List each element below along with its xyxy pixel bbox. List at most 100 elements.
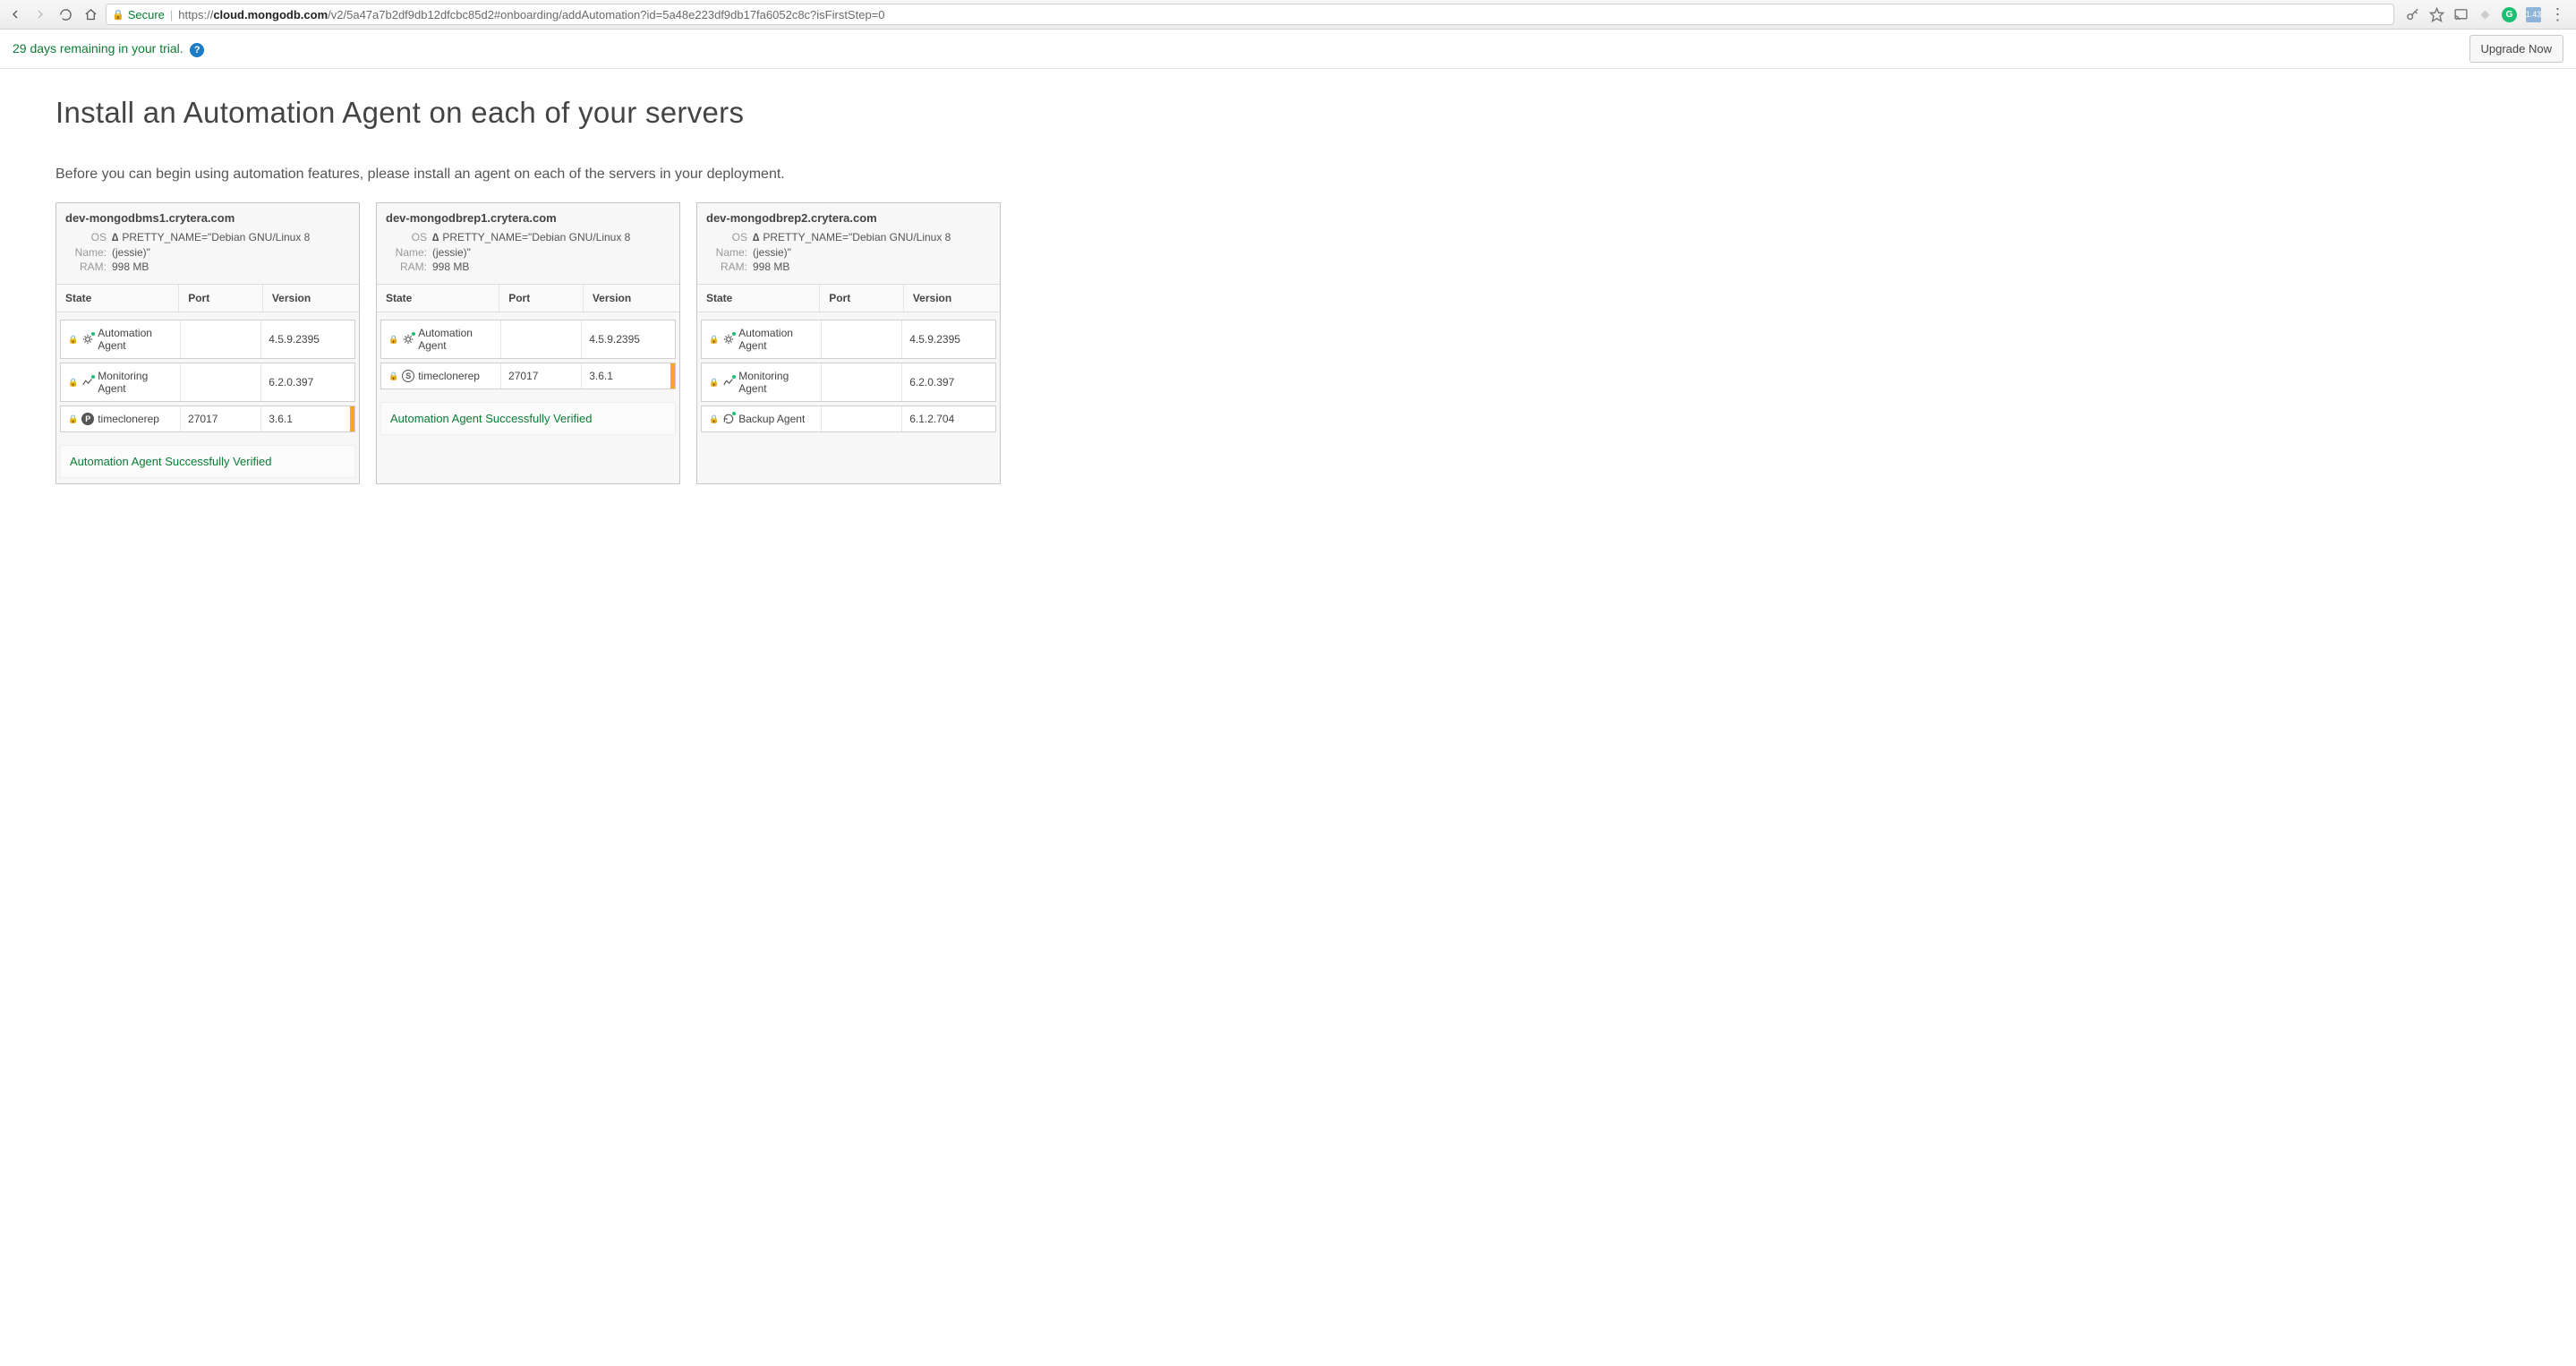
table-row[interactable]: 🔒 Monitoring Agent 6.2.0.397 [701,363,996,402]
version-value: 6.2.0.397 [261,363,354,401]
col-version-header: Version [904,285,1000,312]
lock-icon: 🔒 [709,414,719,424]
col-version-header: Version [584,285,679,312]
trial-text: 29 days remaining in your trial. [13,41,183,55]
automation-icon [81,333,94,346]
version-value: 4.5.9.2395 [582,320,675,358]
table-header: State Port Version [56,284,359,312]
col-version-header: Version [263,285,359,312]
server-card: dev-mongodbms1.crytera.com OS Name: ∆PRE… [55,202,360,484]
forward-button[interactable] [30,4,50,24]
star-icon[interactable] [2429,7,2444,22]
lock-icon: 🔒 [68,378,78,388]
chrome-extension-icons: ◆ G 1.43 ⋮ [2400,7,2571,22]
page-content: Install an Automation Agent on each of y… [0,69,2576,511]
table-header: State Port Version [697,284,1000,312]
grammarly-icon[interactable]: G [2502,7,2517,22]
os-name-label: OS Name: [706,230,747,260]
state-label: Backup Agent [738,413,805,425]
lock-icon: 🔒 [68,414,78,424]
verified-message: Automation Agent Successfully Verified [60,445,355,478]
os-name-value: ∆PRETTY_NAME="Debian GNU/Linux 8 (jessie… [112,230,350,260]
col-state-header: State [697,285,820,312]
key-icon[interactable] [2405,7,2420,22]
server-card: dev-mongodbrep1.crytera.com OS Name: ∆PR… [376,202,680,484]
state-label: Monitoring Agent [738,370,814,395]
lock-icon: 🔒 [388,371,398,381]
verified-message: Automation Agent Successfully Verified [380,402,676,435]
os-name-label: OS Name: [386,230,427,260]
table-row[interactable]: 🔒 Monitoring Agent 6.2.0.397 [60,363,355,402]
server-hostname: dev-mongodbrep2.crytera.com [706,211,991,225]
table-row[interactable]: 🔒Automation Agent4.5.9.2395 [60,320,355,359]
linux-icon: ∆ [753,231,759,243]
table-row[interactable]: 🔒 Automation Agent 4.5.9.2395 [701,320,996,359]
version-value: 6.1.2.704 [902,406,995,431]
linux-icon: ∆ [432,231,439,243]
secondary-icon: S [402,370,414,382]
os-name-label: OS Name: [65,230,107,260]
upgrade-button[interactable]: Upgrade Now [2469,35,2564,63]
cloud-badge[interactable]: 1.43 [2526,7,2541,22]
port-value: 27017 [501,363,582,388]
server-card: dev-mongodbrep2.crytera.com OS Name: ∆PR… [696,202,1001,484]
lock-icon: 🔒 [112,9,124,21]
ram-label: RAM: [706,260,747,275]
state-label: Automation Agent [98,327,173,352]
browser-chrome: 🔒 Secure | https://cloud.mongodb.com/v2/… [0,0,2576,30]
version-value: 4.5.9.2395 [261,320,354,358]
cast-icon[interactable] [2453,7,2469,22]
table-row[interactable]: 🔒Stimeclonerep270173.6.1 [380,363,676,389]
ram-value: 998 MB [432,260,670,275]
trial-banner: 29 days remaining in your trial. ? Upgra… [0,30,2576,69]
monitoring-icon [722,376,735,388]
port-value [181,320,261,358]
state-label: Automation Agent [418,327,493,352]
lock-icon: 🔒 [709,335,719,345]
col-port-header: Port [820,285,904,312]
lock-icon: 🔒 [709,378,719,388]
server-cards: dev-mongodbms1.crytera.com OS Name: ∆PRE… [55,202,2521,484]
server-hostname: dev-mongodbrep1.crytera.com [386,211,670,225]
extension-icon[interactable]: ◆ [2478,7,2493,22]
version-value: 4.5.9.2395 [902,320,995,358]
linux-icon: ∆ [112,231,118,243]
port-value [822,406,902,431]
help-icon[interactable]: ? [190,43,204,57]
version-value: 3.6.1 [261,406,354,431]
ram-value: 998 MB [112,260,350,275]
ram-label: RAM: [65,260,107,275]
table-row[interactable]: 🔒 Backup Agent 6.1.2.704 [701,406,996,432]
ram-value: 998 MB [753,260,991,275]
monitoring-icon [81,376,94,388]
secure-label: Secure [128,8,165,21]
port-value: 27017 [181,406,261,431]
page-description: Before you can begin using automation fe… [55,164,789,186]
url-text: https://cloud.mongodb.com/v2/5a47a7b2df9… [178,8,884,21]
back-button[interactable] [5,4,25,24]
automation-icon [402,333,414,346]
version-value: 6.2.0.397 [902,363,995,401]
os-name-value: ∆PRETTY_NAME="Debian GNU/Linux 8 (jessie… [432,230,670,260]
table-row[interactable]: 🔒Automation Agent4.5.9.2395 [380,320,676,359]
state-label: Monitoring Agent [98,370,173,395]
url-bar[interactable]: 🔒 Secure | https://cloud.mongodb.com/v2/… [106,4,2394,25]
col-port-header: Port [499,285,584,312]
chrome-menu-icon[interactable]: ⋮ [2550,7,2565,22]
col-state-header: State [377,285,499,312]
table-header: State Port Version [377,284,679,312]
col-port-header: Port [179,285,263,312]
state-label: Automation Agent [738,327,814,352]
table-row[interactable]: 🔒Ptimeclonerep270173.6.1 [60,406,355,432]
server-hostname: dev-mongodbms1.crytera.com [65,211,350,225]
port-value [822,363,902,401]
reload-button[interactable] [55,4,75,24]
ram-label: RAM: [386,260,427,275]
page-title: Install an Automation Agent on each of y… [55,96,2521,130]
automation-icon [722,333,735,346]
backup-icon [722,413,735,425]
port-value [501,320,582,358]
col-state-header: State [56,285,179,312]
url-separator: | [170,8,173,21]
home-button[interactable] [81,4,100,24]
